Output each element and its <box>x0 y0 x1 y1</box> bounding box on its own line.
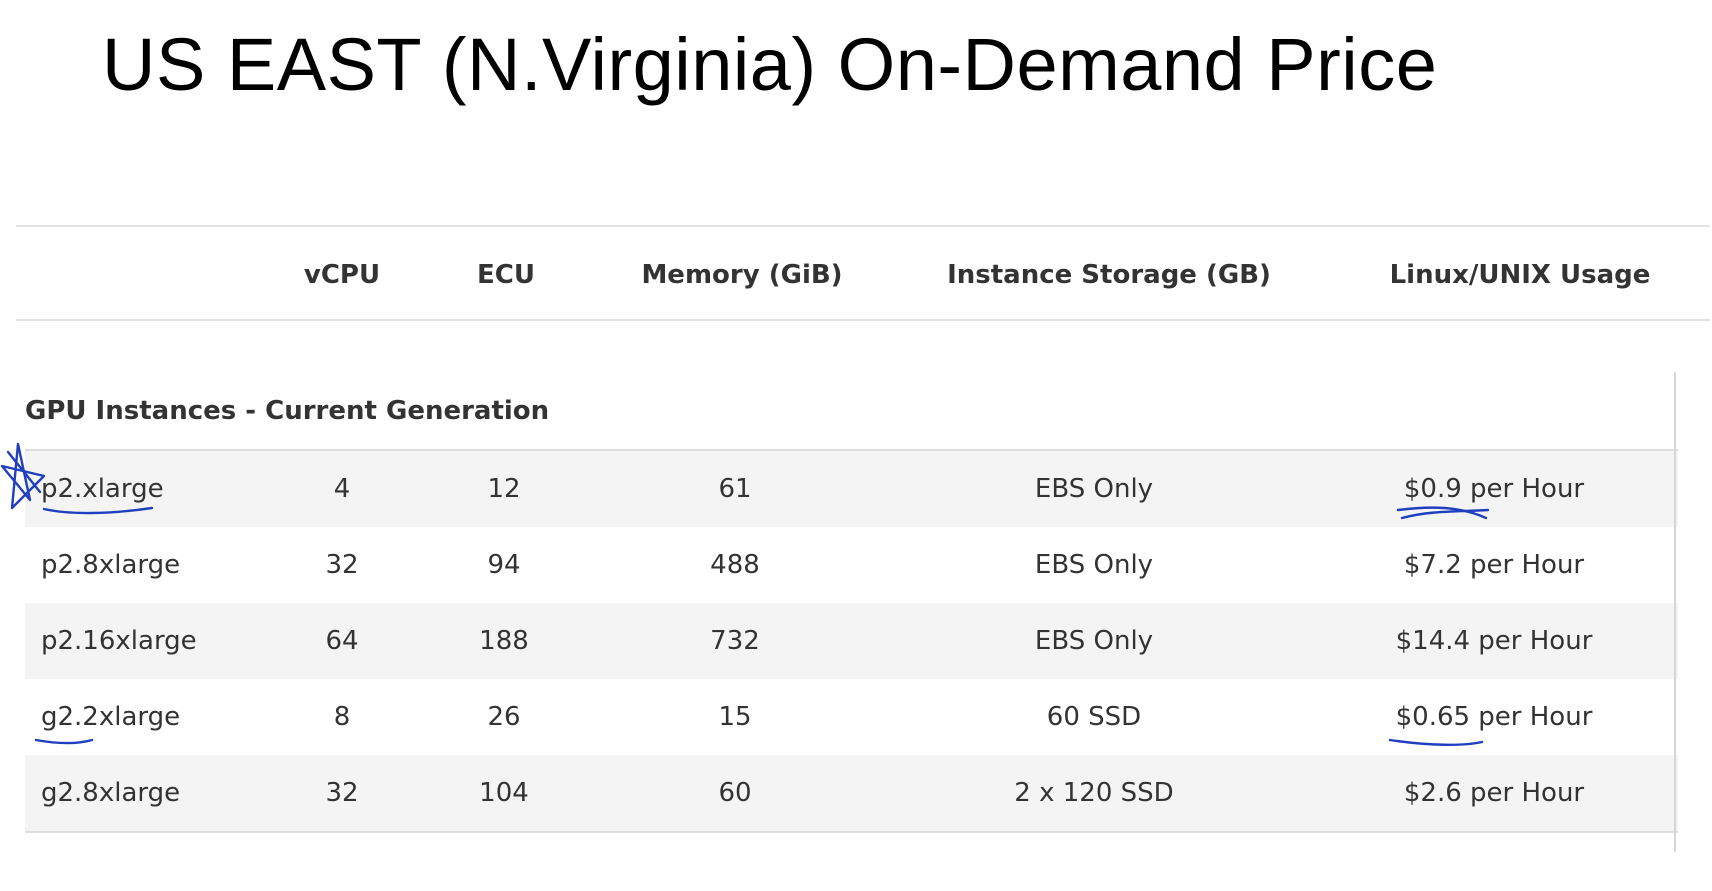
price-cell: $7.2 per Hour <box>1403 550 1585 580</box>
column-header-instance-storage: Instance Storage (GB) <box>947 260 1271 290</box>
memory-cell: 488 <box>710 550 760 580</box>
table-row: p2.8xlarge 32 94 488 EBS Only $7.2 per H… <box>25 527 1678 603</box>
ecu-cell: 26 <box>487 702 521 732</box>
column-header-linux-usage: Linux/UNIX Usage <box>1389 260 1651 290</box>
memory-cell: 60 <box>718 778 752 808</box>
storage-cell: 60 SSD <box>1046 702 1142 732</box>
scroll-edge-line <box>1674 372 1676 852</box>
ecu-cell: 12 <box>487 474 521 504</box>
table-row: g2.8xlarge 32 104 60 2 x 120 SSD $2.6 pe… <box>25 755 1678 831</box>
vcpu-cell: 8 <box>333 702 351 732</box>
page-title: US EAST (N.Virginia) On-Demand Price <box>102 23 1438 106</box>
instance-name-cell: g2.8xlarge <box>41 778 181 808</box>
storage-cell: EBS Only <box>1034 474 1154 504</box>
price-cell: $0.65 per Hour <box>1395 702 1593 732</box>
table-row: p2.xlarge 4 12 61 EBS Only $0.9 per Hour <box>25 451 1678 527</box>
table-row: p2.16xlarge 64 188 732 EBS Only $14.4 pe… <box>25 603 1678 679</box>
ecu-cell: 188 <box>479 626 529 656</box>
instance-name-cell: g2.2xlarge <box>41 702 181 732</box>
table-row: g2.2xlarge 8 26 15 60 SSD $0.65 per Hour <box>25 679 1678 755</box>
table-header: vCPU ECU Memory (GiB) Instance Storage (… <box>0 260 1712 300</box>
instance-name-cell: p2.16xlarge <box>41 626 197 656</box>
memory-cell: 732 <box>710 626 760 656</box>
vcpu-cell: 32 <box>325 550 359 580</box>
section-title: GPU Instances - Current Generation <box>25 396 550 426</box>
storage-cell: EBS Only <box>1034 550 1154 580</box>
price-cell: $2.6 per Hour <box>1403 778 1585 808</box>
ecu-cell: 94 <box>487 550 521 580</box>
vcpu-cell: 32 <box>325 778 359 808</box>
pricing-table-body: p2.xlarge 4 12 61 EBS Only $0.9 per Hour… <box>25 449 1678 833</box>
instance-name-cell: p2.8xlarge <box>41 550 181 580</box>
table-top-divider <box>16 225 1710 227</box>
storage-cell: 2 x 120 SSD <box>1014 778 1174 808</box>
price-cell: $0.9 per Hour <box>1403 474 1585 504</box>
price-cell: $14.4 per Hour <box>1395 626 1593 656</box>
ecu-cell: 104 <box>479 778 529 808</box>
memory-cell: 61 <box>718 474 752 504</box>
instance-name-cell: p2.xlarge <box>41 474 164 504</box>
table-header-divider <box>16 319 1710 321</box>
storage-cell: EBS Only <box>1034 626 1154 656</box>
memory-cell: 15 <box>718 702 752 732</box>
vcpu-cell: 64 <box>325 626 359 656</box>
vcpu-cell: 4 <box>333 474 351 504</box>
column-header-ecu: ECU <box>477 260 535 290</box>
column-header-memory: Memory (GiB) <box>641 260 843 290</box>
column-header-vcpu: vCPU <box>303 260 381 290</box>
